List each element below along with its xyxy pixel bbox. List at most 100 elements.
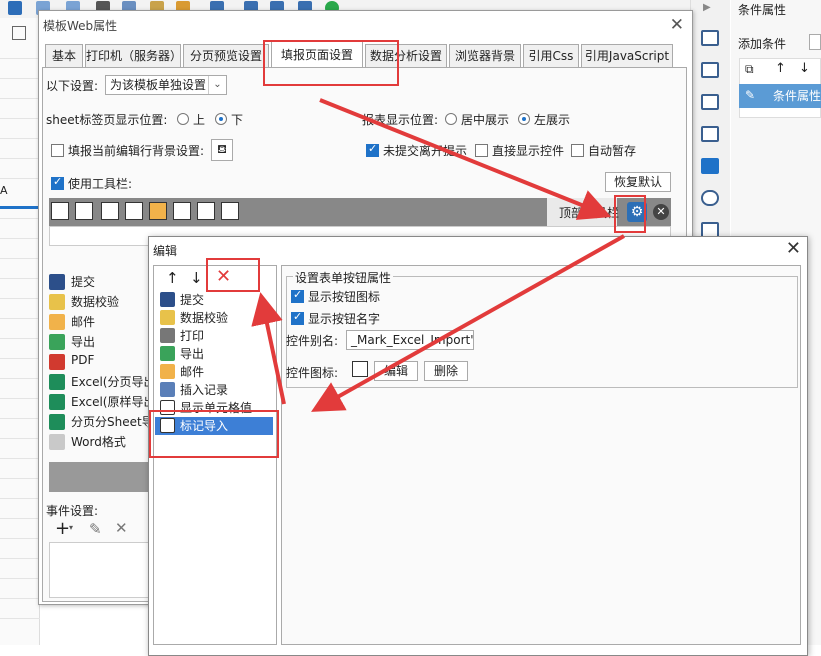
- tab-browser-bg[interactable]: 浏览器背景: [449, 44, 521, 68]
- sheet-position-label: sheet标签页显示位置:: [46, 113, 168, 127]
- excel-import-icon[interactable]: [221, 202, 239, 220]
- paint-bucket-icon[interactable]: ⛾: [211, 139, 233, 161]
- printer-icon[interactable]: [101, 202, 119, 220]
- list-item-label: Word格式: [71, 435, 126, 449]
- top-toolbar-label: 顶部工具栏: [558, 206, 619, 220]
- chevron-down-icon[interactable]: ▾: [69, 523, 73, 532]
- list-item-label: 导出: [180, 347, 205, 361]
- list-item-label: 邮件: [71, 315, 96, 329]
- insert-record-icon[interactable]: [173, 202, 191, 220]
- list-item-label: Excel(分页导出: [71, 375, 156, 389]
- event-settings-label: 事件设置:: [46, 504, 99, 518]
- move-up-icon[interactable]: ↑: [775, 61, 786, 76]
- list-item-label: PDF: [71, 353, 95, 367]
- fill-bg-checkbox[interactable]: [51, 144, 64, 157]
- report-position-label: 报表显示位置:: [362, 113, 439, 127]
- toolbar-preview: 顶部工具栏 ⚙ ✕: [49, 198, 671, 226]
- edit-dialog-close-button[interactable]: ✕: [786, 238, 801, 259]
- move-down-icon[interactable]: ↓: [190, 269, 203, 287]
- event-list: [49, 542, 159, 598]
- excel-icon: [49, 414, 65, 430]
- word-icon: [49, 434, 65, 450]
- alias-label: 控件别名:: [286, 334, 339, 348]
- button-properties-panel: 设置表单按钮属性 显示按钮图标 显示按钮名字 控件别名: _Mark_Excel…: [281, 265, 801, 645]
- selected-cell: [0, 206, 40, 209]
- pdf-icon: [49, 354, 65, 370]
- cell-element-icon[interactable]: [701, 30, 719, 46]
- tab-css[interactable]: 引用Css: [523, 44, 579, 68]
- delete-icon-button[interactable]: 删除: [424, 361, 468, 381]
- widget-icon[interactable]: [701, 126, 719, 142]
- float-element-icon[interactable]: [701, 94, 719, 110]
- delete-event-icon[interactable]: ✕: [115, 519, 128, 537]
- list-item-label: 打印: [180, 329, 205, 343]
- spreadsheet-area: A: [0, 18, 40, 645]
- button-properties-legend: 设置表单按钮属性: [293, 269, 394, 286]
- cell-value-icon[interactable]: [197, 202, 215, 220]
- report-position-left-radio[interactable]: [518, 113, 530, 125]
- dialog1-titlebar: 模板Web属性 ✕: [39, 11, 692, 41]
- report-position-center-radio[interactable]: [445, 113, 457, 125]
- save-icon[interactable]: [8, 1, 22, 15]
- settings-select-value: 为该模板单独设置: [110, 78, 207, 92]
- show-name-checkbox[interactable]: [291, 310, 304, 325]
- close-circle-icon[interactable]: ✕: [653, 204, 669, 220]
- save-icon[interactable]: [51, 202, 69, 220]
- add-event-icon[interactable]: +: [55, 518, 70, 539]
- edit-event-icon[interactable]: ✎: [89, 520, 102, 538]
- move-up-icon[interactable]: ↑: [166, 269, 179, 287]
- dialog1-title: 模板Web属性: [43, 19, 118, 33]
- sheet-position-top-radio[interactable]: [177, 113, 189, 125]
- mail-icon: [160, 364, 175, 379]
- report-position-left-label: 左展示: [534, 113, 571, 127]
- unsubmitted-leave-label: 未提交离开提示: [383, 144, 468, 158]
- grid-icon[interactable]: [12, 26, 26, 40]
- button-list: 提交 数据校验 邮件 导出 PDF Excel(分页导出 Excel(原样导出 …: [49, 272, 166, 462]
- highlight-delete-box: [206, 258, 260, 292]
- tab-basic[interactable]: 基本: [45, 44, 83, 68]
- list-item-label: 提交: [71, 275, 96, 289]
- unsubmitted-leave-checkbox[interactable]: [366, 142, 379, 157]
- pencil-icon: [160, 310, 175, 325]
- condition-attr-icon[interactable]: [701, 158, 719, 174]
- mail-icon: [49, 314, 65, 330]
- use-toolbar-checkbox[interactable]: [51, 175, 64, 190]
- chevron-down-icon: ⌄: [208, 76, 226, 94]
- alias-input[interactable]: _Mark_Excel_Import')}: [346, 330, 474, 350]
- highlight-tab-box: [263, 40, 399, 86]
- edit-pencil-icon[interactable]: ✎: [745, 88, 755, 102]
- fill-bg-label: 填报当前编辑行背景设置:: [68, 144, 205, 158]
- tab-javascript[interactable]: 引用JavaScript: [581, 44, 673, 68]
- sheet-position-bottom-radio[interactable]: [215, 113, 227, 125]
- auto-save-checkbox[interactable]: [571, 144, 584, 157]
- add-condition-dropdown[interactable]: [809, 34, 821, 50]
- hyperlink-icon[interactable]: [701, 190, 719, 206]
- export-icon: [49, 334, 65, 350]
- report-position-center-label: 居中展示: [461, 113, 510, 127]
- condition-item-label: 条件属性: [773, 89, 821, 103]
- settings-select[interactable]: 为该模板单独设置 ⌄: [105, 75, 227, 95]
- list-item-label: 提交: [180, 293, 205, 307]
- dialog1-close-button[interactable]: ✕: [670, 15, 684, 35]
- tab-page-preview[interactable]: 分页预览设置: [183, 44, 269, 68]
- collapse-icon[interactable]: ▶: [703, 2, 711, 13]
- edit-icon-button[interactable]: 编辑: [374, 361, 418, 381]
- cell-attribute-icon[interactable]: [701, 62, 719, 78]
- copy-condition-icon[interactable]: ⧉: [745, 62, 754, 77]
- highlight-gear-box: [614, 195, 646, 233]
- move-down-icon[interactable]: ↓: [799, 61, 810, 76]
- edit-dialog-title: 编辑: [153, 244, 178, 258]
- direct-show-checkbox[interactable]: [475, 144, 488, 157]
- restore-default-button[interactable]: 恢复默认: [605, 172, 671, 192]
- mail-icon[interactable]: [149, 202, 167, 220]
- show-icon-checkbox[interactable]: [291, 288, 304, 303]
- list-item-label: Excel(原样导出: [71, 395, 156, 409]
- pencil-icon[interactable]: [75, 202, 93, 220]
- tab-printer[interactable]: 打印机（服务器）: [85, 44, 182, 68]
- insert-record-icon: [160, 382, 175, 397]
- list-item-label: 邮件: [180, 365, 205, 379]
- list-item-label: 数据校验: [71, 295, 120, 309]
- export-icon[interactable]: [125, 202, 143, 220]
- pencil-icon: [49, 294, 65, 310]
- save-icon: [160, 292, 175, 307]
